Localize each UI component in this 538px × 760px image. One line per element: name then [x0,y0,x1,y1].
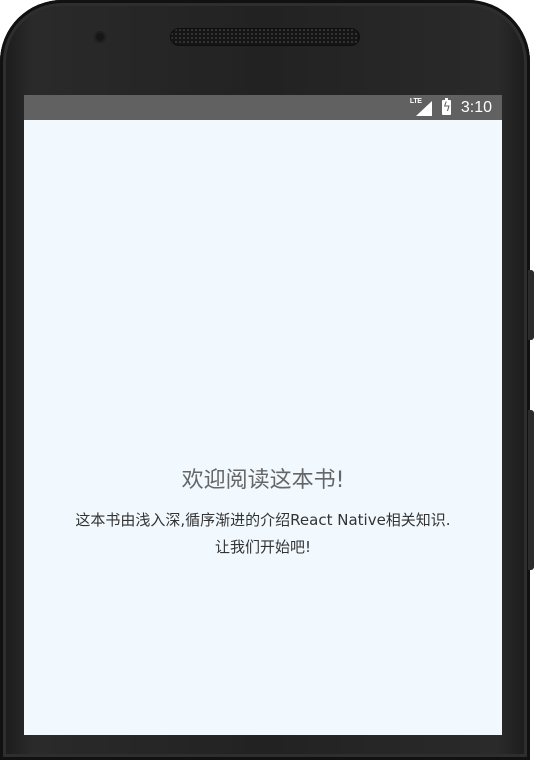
app-screen: LTE ϟ 3:10 欢迎阅读这本书! 这本书由浅入深,循序渐进的介绍React… [24,95,502,735]
network-indicator: LTE [410,98,432,116]
welcome-heading: 欢迎阅读这本书! [181,468,345,493]
power-button [528,270,534,340]
signal-icon [415,101,432,116]
phone-frame: LTE ϟ 3:10 欢迎阅读这本书! 这本书由浅入深,循序渐进的介绍React… [0,0,530,760]
main-content: 欢迎阅读这本书! 这本书由浅入深,循序渐进的介绍React Native相关知识… [24,120,502,735]
volume-button [528,410,534,570]
front-camera [94,31,106,43]
intro-line-1: 这本书由浅入深,循序渐进的介绍React Native相关知识. [75,511,451,529]
status-bar: LTE ϟ 3:10 [24,95,502,120]
earpiece-speaker [170,28,360,46]
battery-charging-icon: ϟ [441,98,451,115]
intro-line-2: 让我们开始吧! [214,538,311,556]
status-icons: LTE ϟ 3:10 [410,95,492,120]
intro-text: 这本书由浅入深,循序渐进的介绍React Native相关知识. 让我们开始吧! [24,507,502,561]
status-clock: 3:10 [460,99,492,116]
